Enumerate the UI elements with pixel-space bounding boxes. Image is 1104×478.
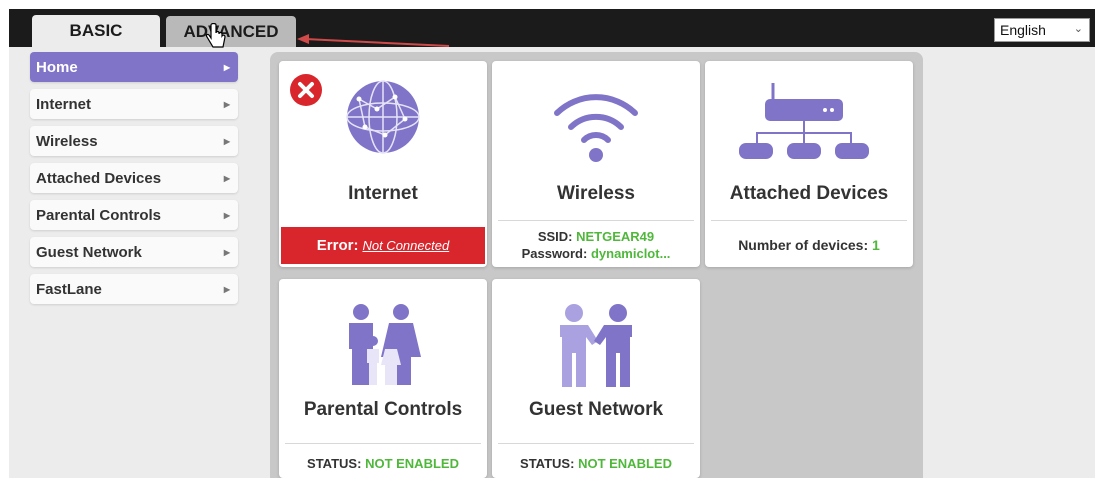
sidebar-item-wireless[interactable]: Wireless ▶ (30, 126, 238, 156)
sidebar-item-parental-controls[interactable]: Parental Controls ▶ (30, 200, 238, 230)
ssid-line: SSID: NETGEAR49 (492, 228, 700, 245)
parental-controls-card[interactable]: Parental Controls STATUS: NOT ENABLED (279, 279, 487, 478)
chevron-right-icon: ▶ (223, 284, 230, 294)
chevron-right-icon: ▶ (223, 62, 230, 72)
internet-title: Internet (348, 183, 418, 204)
ssid-value: NETGEAR49 (576, 229, 655, 244)
wireless-title: Wireless (557, 183, 635, 204)
divider (711, 220, 907, 221)
attached-devices-card[interactable]: Attached Devices Number of devices: 1 (705, 61, 913, 267)
family-icon (349, 304, 421, 385)
sidebar-item-label: Guest Network (36, 243, 142, 261)
sidebar-item-label: FastLane (36, 280, 102, 298)
sidebar-item-home[interactable]: Home ▶ (30, 52, 238, 82)
wireless-card[interactable]: Wireless SSID: NETGEAR49 Password: dynam… (492, 61, 700, 267)
device-count-line: Number of devices: 1 (705, 237, 913, 254)
language-select[interactable]: English ⌄ (994, 18, 1090, 42)
wifi-icon (554, 94, 638, 162)
chevron-right-icon: ▶ (223, 247, 230, 257)
sidebar-item-attached-devices[interactable]: Attached Devices ▶ (30, 163, 238, 193)
router-admin-page: BASIC ADVANCED English ⌄ Home ▶ Internet ▶… (9, 9, 1095, 478)
sidebar: Home ▶ Internet ▶ Wireless ▶ Attached Devic… (30, 52, 238, 311)
status-label: STATUS: (520, 456, 575, 471)
password-line: Password: dynamiclot... (492, 245, 700, 262)
divider (285, 443, 481, 444)
hand-cursor-icon (205, 23, 226, 48)
handshake-icon (560, 304, 632, 387)
chevron-right-icon: ▶ (223, 210, 230, 220)
status-label: STATUS: (307, 456, 362, 471)
sidebar-item-internet[interactable]: Internet ▶ (30, 89, 238, 119)
attached-devices-title: Attached Devices (729, 183, 889, 204)
ssid-label: SSID: (537, 229, 573, 244)
internet-error-bar: Error: Not Connected (281, 227, 485, 264)
guest-network-title: Guest Network (528, 399, 664, 420)
chevron-right-icon: ▶ (223, 136, 230, 146)
tab-basic[interactable]: BASIC (32, 15, 160, 47)
error-x-icon (290, 74, 322, 106)
device-count-value: 1 (872, 237, 880, 253)
sidebar-item-label: Parental Controls (36, 206, 162, 224)
tab-basic-label: BASIC (69, 21, 123, 40)
sidebar-item-label: Wireless (36, 132, 98, 150)
guest-network-card[interactable]: Guest Network STATUS: NOT ENABLED (492, 279, 700, 478)
router-icon (739, 83, 869, 159)
internet-card[interactable]: Internet Error: Not Connected (279, 61, 487, 267)
top-bar: BASIC ADVANCED English ⌄ (9, 9, 1095, 47)
sidebar-item-label: Home (36, 58, 78, 76)
parental-status-line: STATUS: NOT ENABLED (279, 455, 487, 472)
status-value: NOT ENABLED (578, 456, 672, 471)
language-select-value: English (1000, 22, 1046, 38)
divider (498, 220, 694, 221)
chevron-down-icon: ⌄ (1073, 23, 1083, 35)
error-label: Error: (316, 237, 359, 254)
sidebar-item-guest-network[interactable]: Guest Network ▶ (30, 237, 238, 267)
dashboard-grid: Internet Error: Not Connected Wireless S… (270, 52, 923, 478)
sidebar-item-fastlane[interactable]: FastLane ▶ (30, 274, 238, 304)
divider (498, 443, 694, 444)
password-value: dynamiclot... (590, 246, 671, 261)
globe-icon (346, 80, 420, 154)
status-value: NOT ENABLED (365, 456, 459, 471)
chevron-right-icon: ▶ (223, 173, 230, 183)
chevron-right-icon: ▶ (223, 99, 230, 109)
sidebar-item-label: Attached Devices (36, 169, 162, 187)
tab-advanced[interactable]: ADVANCED (166, 16, 296, 47)
tab-advanced-label: ADVANCED (183, 21, 279, 41)
not-connected-link[interactable]: Not Connected (362, 238, 449, 253)
guest-status-line: STATUS: NOT ENABLED (492, 455, 700, 472)
device-count-label: Number of devices: (738, 237, 869, 253)
parental-controls-title: Parental Controls (303, 399, 463, 420)
password-label: Password: (521, 246, 588, 261)
sidebar-item-label: Internet (36, 95, 92, 113)
